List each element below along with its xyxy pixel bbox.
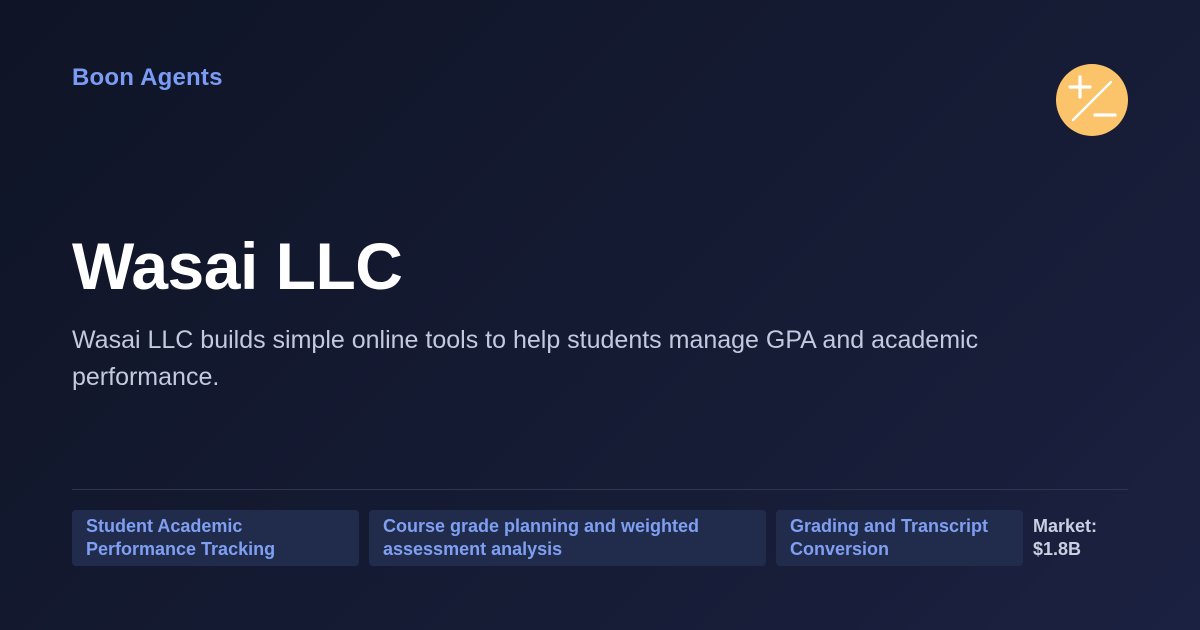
plus-minus-icon [1056, 64, 1128, 136]
divider [72, 489, 1128, 490]
market-label: Market: [1033, 516, 1098, 536]
tag: Course grade planning and weighted asses… [369, 510, 766, 566]
market-size: Market: $1.8B [1033, 515, 1097, 561]
brand-name: Boon Agents [72, 64, 223, 91]
page-title: Wasai LLC [72, 229, 403, 303]
market-value: $1.8B [1033, 539, 1082, 559]
tag: Student Academic Performance Tracking [72, 510, 359, 566]
tag: Grading and Transcript Conversion [776, 510, 1023, 566]
company-description: Wasai LLC builds simple online tools to … [72, 326, 979, 391]
